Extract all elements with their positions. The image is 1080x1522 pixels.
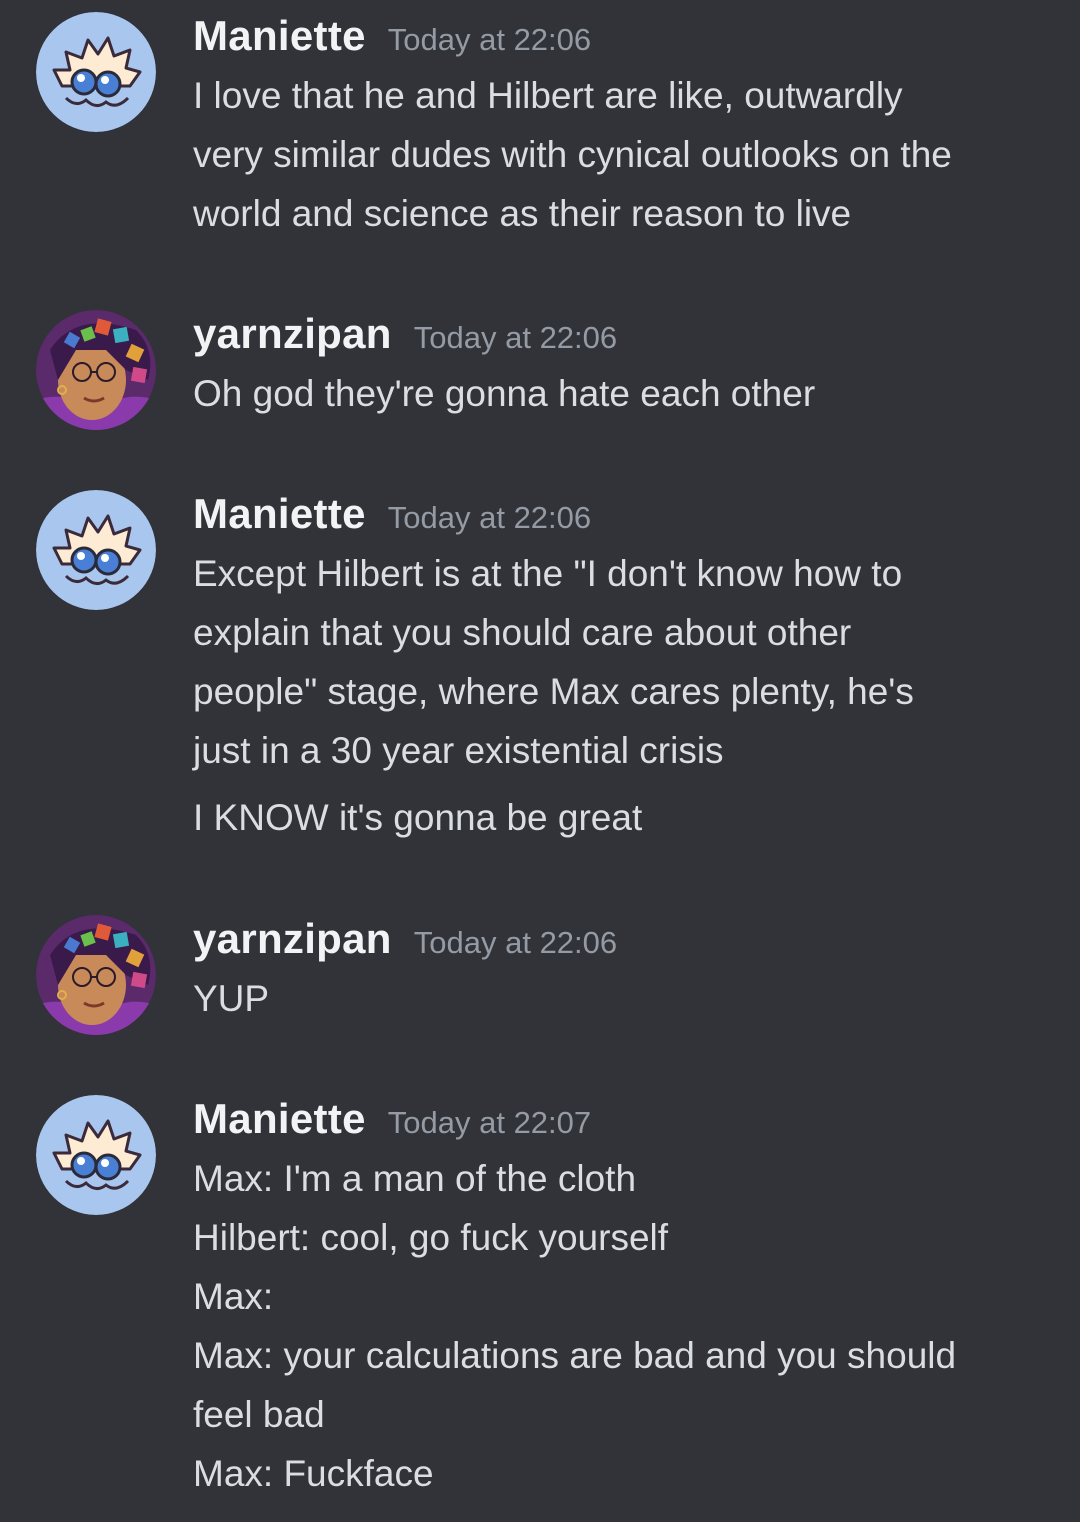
ghost-avatar-icon[interactable] xyxy=(36,12,156,132)
username[interactable]: Maniette xyxy=(193,1095,366,1143)
message-line: Max: your calculations are bad and you s… xyxy=(193,1335,957,1376)
message-line: explain that you should care about other xyxy=(193,612,852,653)
message-content: Oh god they're gonna hate each other xyxy=(193,364,1053,423)
dice-portrait-avatar-icon[interactable] xyxy=(36,915,156,1035)
message-header: yarnzipan Today at 22:06 xyxy=(193,915,617,975)
username[interactable]: yarnzipan xyxy=(193,915,392,963)
timestamp: Today at 22:06 xyxy=(413,925,618,960)
message-line: Max: xyxy=(193,1276,274,1317)
message-line: Hilbert: cool, go fuck yourself xyxy=(193,1217,669,1258)
ghost-avatar-icon[interactable] xyxy=(36,490,156,610)
message-line: feel bad xyxy=(193,1394,325,1435)
message-line: I love that he and Hilbert are like, out… xyxy=(193,75,903,116)
message-line: Max: I'm a man of the cloth xyxy=(193,1158,637,1199)
timestamp: Today at 22:06 xyxy=(413,320,618,355)
message-content: I love that he and Hilbert are like, out… xyxy=(193,66,1053,243)
dice-portrait-avatar-icon[interactable] xyxy=(36,310,156,430)
timestamp: Today at 22:07 xyxy=(387,1105,592,1140)
message-line: world and science as their reason to liv… xyxy=(193,193,852,234)
message-content: YUP xyxy=(193,969,1053,1028)
chat-message-list: Maniette Today at 22:06 I love that he an… xyxy=(0,0,1080,1522)
message-line: Except Hilbert is at the "I don't know h… xyxy=(193,553,903,594)
message-header: Maniette Today at 22:06 xyxy=(193,490,591,550)
username[interactable]: Maniette xyxy=(193,490,366,538)
message-header: yarnzipan Today at 22:06 xyxy=(193,310,617,370)
message-line: people" stage, where Max cares plenty, h… xyxy=(193,671,914,712)
message-line: I KNOW it's gonna be great xyxy=(193,797,643,838)
message-content: Except Hilbert is at the "I don't know h… xyxy=(193,544,1053,847)
ghost-avatar-icon[interactable] xyxy=(36,1095,156,1215)
message-line: very similar dudes with cynical outlooks… xyxy=(193,134,952,175)
timestamp: Today at 22:06 xyxy=(387,500,592,535)
message-header: Maniette Today at 22:06 xyxy=(193,12,591,72)
message-header: Maniette Today at 22:07 xyxy=(193,1095,591,1155)
message-line: just in a 30 year existential crisis xyxy=(193,730,724,771)
timestamp: Today at 22:06 xyxy=(387,22,592,57)
message-line: Oh god they're gonna hate each other xyxy=(193,373,816,414)
message-line: YUP xyxy=(193,978,270,1019)
message-content: Max: I'm a man of the cloth Hilbert: coo… xyxy=(193,1149,1053,1503)
username[interactable]: yarnzipan xyxy=(193,310,392,358)
message-line: Max: Fuckface xyxy=(193,1453,434,1494)
username[interactable]: Maniette xyxy=(193,12,366,60)
